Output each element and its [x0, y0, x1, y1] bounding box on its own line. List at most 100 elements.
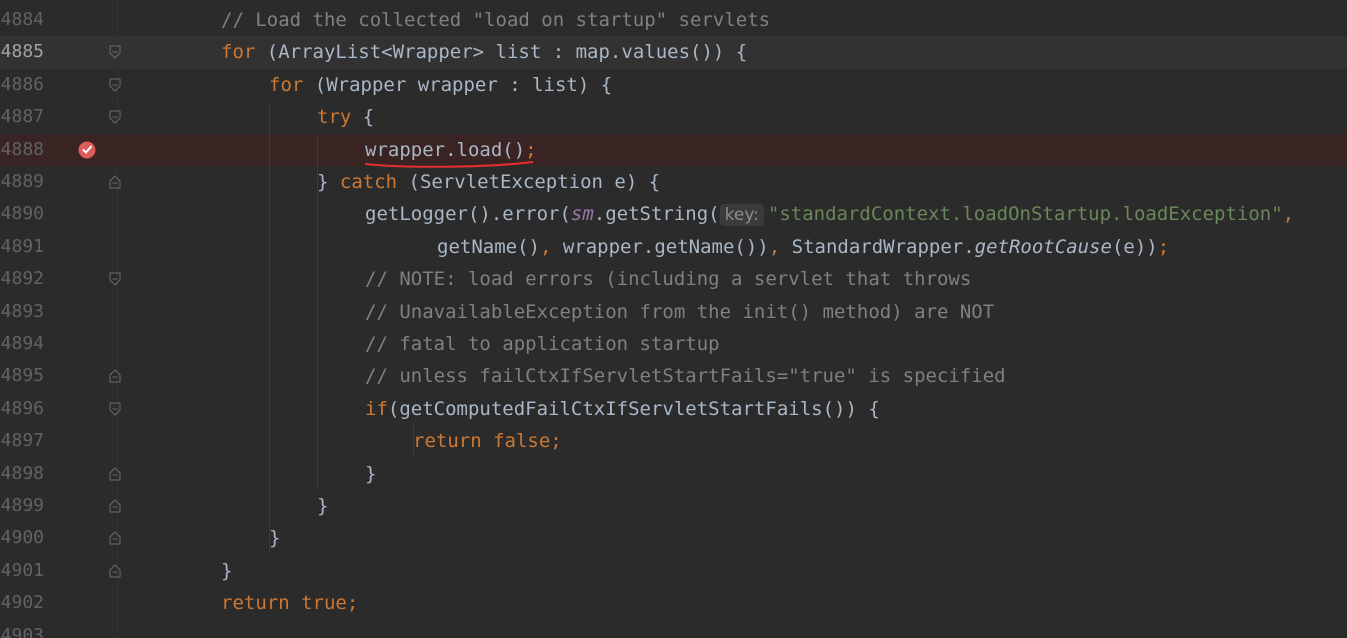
code-text: wrapper.load(); — [125, 134, 1347, 168]
line-number: 4891 — [0, 235, 44, 257]
comma: , — [768, 235, 781, 258]
line-number: 4900 — [0, 527, 44, 549]
comma: , — [1282, 203, 1295, 226]
code-segment: (e)) — [1111, 235, 1158, 258]
fold-close-icon[interactable] — [109, 564, 121, 578]
code-text: for (ArrayList<Wrapper> list : map.value… — [125, 36, 1347, 68]
code-segment: StandardWrapper. — [780, 235, 975, 258]
comment: // UnavailableException from the init() … — [365, 300, 995, 323]
fold-open-icon[interactable] — [109, 45, 121, 60]
code-text: // Load the collected "load on startup" … — [125, 4, 1347, 36]
code-line[interactable]: 4893 // UnavailableException from the in… — [0, 296, 1347, 328]
code-editor[interactable]: 4884 // Load the collected "load on star… — [0, 0, 1347, 638]
underlined-call: wrapper.load() — [364, 134, 534, 168]
code-line[interactable]: 4898 } — [0, 458, 1347, 490]
code-text: getLogger().error(sm.getString(key: "stan… — [125, 198, 1347, 231]
line-number: 4897 — [0, 430, 44, 452]
code-segment: getLogger().error( — [365, 203, 571, 226]
fold-open-icon[interactable] — [109, 110, 121, 124]
closing-brace: } — [269, 527, 281, 550]
code-segment: wrapper.load() — [365, 138, 526, 161]
closing-brace: } — [365, 462, 377, 485]
line-number: 4903 — [0, 624, 44, 638]
line-number: 4895 — [0, 365, 44, 387]
code-line[interactable]: 4901 } — [0, 555, 1347, 587]
fold-open-icon[interactable] — [109, 402, 121, 416]
line-number: 4887 — [0, 106, 44, 128]
comment: // Load the collected "load on startup" … — [221, 9, 771, 31]
line-number: 4893 — [0, 300, 44, 322]
comma: , — [539, 235, 552, 258]
code-text: // NOTE: load errors (including a servle… — [125, 263, 1347, 295]
fold-close-icon[interactable] — [109, 466, 121, 481]
code-text: return true; — [125, 587, 1347, 619]
fold-close-icon[interactable] — [109, 369, 121, 383]
closing-brace: } — [317, 495, 329, 517]
indent-guide — [413, 425, 414, 457]
code-text: for (Wrapper wrapper : list) { — [125, 69, 1347, 101]
fold-close-icon[interactable] — [109, 175, 121, 189]
code-line[interactable]: 4903 — [0, 620, 1347, 638]
keyword-return: return false — [413, 430, 551, 453]
code-segment: .getString( — [593, 203, 720, 226]
line-number: 4894 — [0, 333, 44, 354]
code-line[interactable]: 4902 return true; — [0, 587, 1347, 619]
fold-close-icon[interactable] — [109, 531, 121, 545]
keyword-if: if — [365, 397, 388, 420]
indent-guide — [269, 101, 270, 553]
code-text: } — [125, 490, 1347, 522]
string-literal: "standardContext.loadOnStartup.loadExcep… — [767, 203, 1283, 226]
code-text: } catch (ServletException e) { — [125, 166, 1347, 198]
line-number: 4886 — [0, 73, 44, 95]
fold-open-icon[interactable] — [109, 272, 121, 286]
code-segment: getName() — [437, 235, 540, 258]
semicolon: ; — [1157, 235, 1170, 258]
code-line[interactable]: 4894 // fatal to application startup — [0, 328, 1347, 360]
parameter-hint: key: — [719, 204, 764, 227]
code-line[interactable]: 4897 return false; — [0, 425, 1347, 457]
code-text: if(getComputedFailCtxIfServletStartFails… — [125, 393, 1347, 425]
line-number: 4884 — [0, 9, 44, 30]
code-text: // unless failCtxIfServletStartFails="tr… — [125, 360, 1347, 392]
code-segment: wrapper.getName()) — [551, 235, 769, 258]
code-line[interactable]: 4900 } — [0, 522, 1347, 554]
code-line-current[interactable]: 4885 for (ArrayList<Wrapper> list : map.… — [0, 36, 1347, 69]
indent-guide — [317, 133, 318, 488]
line-number: 4901 — [0, 559, 44, 581]
code-line[interactable]: 4896 if(getComputedFailCtxIfServletStart… — [0, 393, 1347, 425]
code-segment: (Wrapper wrapper : list) { — [303, 73, 613, 96]
code-line[interactable]: 4884 // Load the collected "load on star… — [0, 4, 1347, 36]
code-text: try { — [125, 101, 1347, 133]
code-line[interactable]: 4889 } catch (ServletException e) { — [0, 166, 1347, 198]
fold-close-icon[interactable] — [109, 499, 121, 513]
code-text: } — [125, 522, 1347, 554]
comment: // unless failCtxIfServletStartFails="tr… — [365, 365, 1006, 388]
code-segment: { — [351, 106, 375, 129]
code-line[interactable]: 4892 // NOTE: load errors (including a s… — [0, 263, 1347, 295]
keyword-catch: catch — [339, 171, 398, 193]
keyword-for: for — [221, 41, 256, 64]
keyword-for: for — [269, 73, 304, 96]
code-line[interactable]: 4891 getName(), wrapper.getName()), Stan… — [0, 231, 1347, 263]
breakpoint-icon[interactable] — [77, 140, 97, 160]
line-number: 4888 — [0, 138, 44, 160]
code-line[interactable]: 4895 // unless failCtxIfServletStartFail… — [0, 360, 1347, 392]
line-number: 4896 — [0, 397, 44, 419]
semicolon: ; — [346, 592, 359, 615]
line-number: 4890 — [0, 203, 44, 225]
code-line[interactable]: 4887 try { — [0, 101, 1347, 133]
keyword-return: return true — [221, 592, 347, 615]
line-number: 4889 — [0, 171, 44, 192]
code-segment: (ServletException e) { — [397, 171, 661, 193]
code-line[interactable]: 4886 for (Wrapper wrapper : list) { — [0, 69, 1347, 101]
static-method: getRootCause — [974, 235, 1112, 258]
line-number: 4898 — [0, 462, 44, 484]
code-line[interactable]: 4890 getLogger().error(sm.getString(key:… — [0, 198, 1347, 230]
line-number: 4892 — [0, 268, 44, 290]
keyword-try: try — [317, 106, 352, 129]
code-line[interactable]: 4899 } — [0, 490, 1347, 522]
code-segment: } — [317, 171, 340, 193]
code-line-breakpoint[interactable]: 4888 wrapper.load(); — [0, 133, 1347, 168]
line-number: 4885 — [0, 41, 44, 63]
fold-open-icon[interactable] — [109, 78, 121, 92]
